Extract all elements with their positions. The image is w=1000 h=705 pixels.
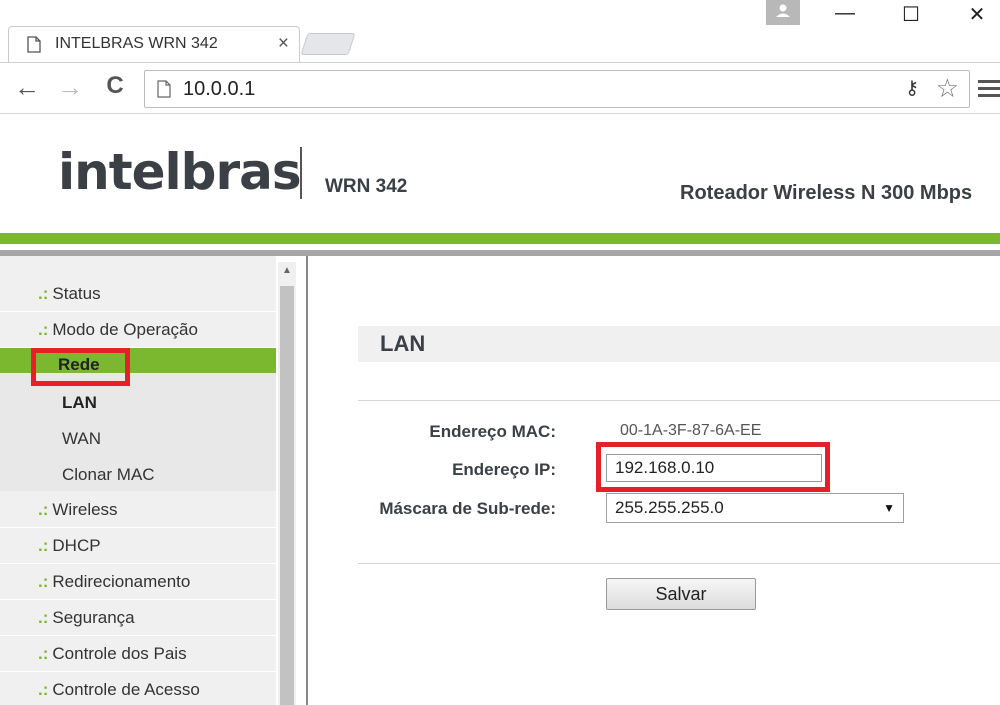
page-icon [157,80,171,98]
browser-titlebar: INTELBRAS WRN 342 × — ☐ ✕ [0,0,1000,62]
sidebar-item-seguranca[interactable]: .: Segurança [0,600,276,636]
sidebar-panel: .: Status .: Modo de Operação Rede LAN WAN… [0,256,276,705]
section-header: LAN [358,326,1000,362]
highlight-rede [31,348,130,386]
sidebar-item-label: DHCP [52,536,101,555]
scroll-up-arrow-icon[interactable]: ▲ [278,262,296,280]
sidebar-item-label: Controle dos Pais [52,644,187,663]
menu-bullet: .: [38,572,49,591]
submenu-item-label: LAN [62,393,97,412]
form-divider [358,563,1000,564]
sidebar-item-dhcp[interactable]: .: DHCP [0,528,276,564]
menu-bullet: .: [38,320,49,339]
sidebar-item-label: Wireless [52,500,118,519]
tab-title: INTELBRAS WRN 342 [55,35,218,52]
logo-separator [300,147,302,199]
hamburger-menu-icon[interactable] [978,80,1000,100]
subnet-mask-value: 255.255.255.0 [615,498,724,517]
submenu-item-lan[interactable]: LAN [0,385,276,421]
menu-bullet: .: [38,680,49,699]
sidebar-item-status[interactable]: .: Status [0,276,276,312]
forward-button[interactable]: → [55,72,85,103]
sidebar-item-label: Modo de Operação [52,320,198,339]
menu-bullet: .: [38,608,49,627]
menu-bullet: .: [38,284,49,303]
reload-button[interactable]: C [100,72,130,100]
mac-address-label: Endereço MAC: [429,422,556,441]
ip-address-label: Endereço IP: [452,460,556,479]
submenu-item-clonar-mac[interactable]: Clonar MAC [0,457,276,493]
mac-address-value: 00-1A-3F-87-6A-EE [620,422,762,439]
sidebar-menu: .: Status .: Modo de Operação Rede LAN WAN… [0,256,308,705]
user-icon [776,4,790,17]
sidebar-item-modo-operacao[interactable]: .: Modo de Operação [0,312,276,348]
router-header: intelbras WRN 342 Roteador Wireless N 30… [0,115,1000,233]
new-tab-button[interactable] [300,33,356,55]
key-icon[interactable]: ⚷ [905,77,919,100]
url-text: 10.0.0.1 [183,78,256,100]
section-title: LAN [380,331,426,356]
sidebar-item-controle-pais[interactable]: .: Controle dos Pais [0,636,276,672]
sidebar-item-controle-acesso[interactable]: .: Controle de Acesso [0,672,276,705]
sidebar-item-label: Status [52,284,101,303]
minimize-button[interactable]: — [830,2,860,25]
submenu-item-label: WAN [62,429,102,448]
user-profile-button[interactable] [766,0,800,25]
brand-logo: intelbras [58,143,302,201]
save-button[interactable]: Salvar [606,578,756,610]
menu-bullet: .: [38,536,49,555]
product-tagline: Roteador Wireless N 300 Mbps [680,182,973,204]
browser-toolbar: ← → C 10.0.0.1 ⚷ ☆ [0,62,1000,114]
browser-tab[interactable]: INTELBRAS WRN 342 × [8,26,300,62]
close-window-button[interactable]: ✕ [962,2,992,27]
bookmark-star-icon[interactable]: ☆ [936,73,959,104]
submenu-item-label: Clonar MAC [62,465,155,484]
sidebar-item-label: Segurança [52,608,135,627]
back-button[interactable]: ← [12,72,42,103]
sidebar-item-redirecionamento[interactable]: .: Redirecionamento [0,564,276,600]
menu-bullet: .: [38,644,49,663]
sidebar-scrollbar[interactable]: ▲ [278,262,296,705]
menu-bullet: .: [38,500,49,519]
maximize-button[interactable]: ☐ [896,2,926,27]
model-name: WRN 342 [325,176,408,197]
content-separator [306,256,308,705]
page-icon [27,36,41,53]
header-accent-bar [0,233,1000,244]
chevron-down-icon: ▼ [883,501,895,515]
subnet-mask-label: Máscara de Sub-rede: [379,499,556,518]
submenu-rede: LAN WAN Clonar MAC [0,373,276,491]
highlight-ip-address [596,442,830,492]
submenu-item-wan[interactable]: WAN [0,421,276,457]
address-bar[interactable]: 10.0.0.1 ⚷ ☆ [144,70,970,108]
sidebar-item-label: Controle de Acesso [52,680,200,699]
close-tab-icon[interactable]: × [278,33,289,55]
sidebar-item-wireless[interactable]: .: Wireless [0,492,276,528]
subnet-mask-select[interactable]: 255.255.255.0 ▼ [606,493,904,523]
sidebar-item-label: Redirecionamento [52,572,191,591]
section-divider [358,400,1000,401]
scrollbar-thumb[interactable] [280,286,294,705]
